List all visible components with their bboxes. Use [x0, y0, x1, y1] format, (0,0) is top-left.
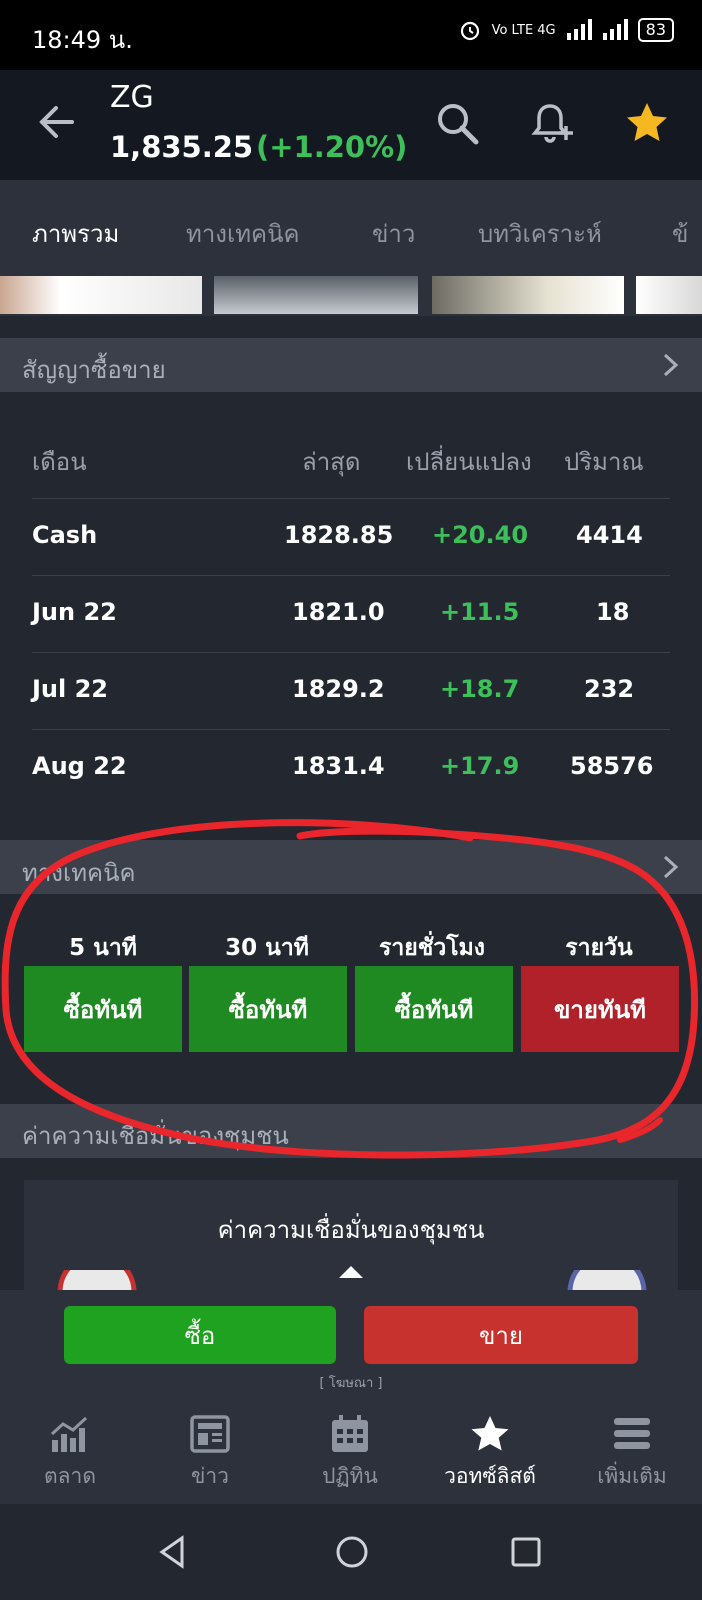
sell-button[interactable]: ขาย: [364, 1306, 638, 1364]
nav-label-watchlist: วอทซ์ลิสต์: [444, 1464, 536, 1488]
back-arrow-icon[interactable]: [34, 100, 78, 144]
timeframe-5min: 5 นาที: [69, 935, 137, 961]
news-thumbnail[interactable]: [636, 276, 702, 314]
nav-item-markets[interactable]: ตลาด: [0, 1414, 140, 1493]
bearish-gauge-icon: [57, 1270, 137, 1292]
column-header-volume: ปริมาณ: [564, 448, 644, 476]
status-time: 18:49 น.: [32, 26, 133, 54]
signal-icon-2: [602, 19, 628, 40]
network-label: Vo LTE 4G: [491, 22, 556, 38]
timeframe-daily: รายวัน: [565, 935, 633, 961]
column-header-month: เดือน: [32, 448, 87, 476]
instrument-symbol: ZG: [110, 80, 154, 115]
signal-icon: [566, 19, 592, 40]
battery-icon: 83: [637, 18, 674, 42]
instrument-change: (+1.20%): [256, 130, 408, 164]
cell-last: 1831.4: [292, 752, 385, 780]
signal-badge-5min[interactable]: ซื้อทันที: [24, 966, 182, 1052]
tab-overview[interactable]: ภาพรวม: [32, 214, 119, 253]
cell-last: 1821.0: [292, 598, 385, 626]
add-alert-icon[interactable]: [530, 100, 576, 146]
column-header-last: ล่าสุด: [302, 448, 361, 476]
cell-volume: 4414: [576, 521, 643, 549]
cell-month: Cash: [32, 521, 98, 549]
column-header-change: เปลี่ยนแปลง: [406, 448, 532, 476]
signal-badge-daily[interactable]: ขายทันที: [521, 966, 679, 1052]
cell-volume: 232: [584, 675, 635, 703]
cell-month: Jun 22: [32, 598, 117, 626]
alarm-icon: [460, 21, 479, 41]
table-row[interactable]: Jun 22 1821.0 +11.5 18: [32, 575, 670, 652]
buy-button[interactable]: ซื้อ: [64, 1306, 336, 1364]
chevron-right-icon: [663, 855, 679, 879]
chart-icon: [50, 1416, 88, 1452]
nav-item-calendar[interactable]: ปฏิทิน: [280, 1414, 420, 1493]
news-thumbnail-strip: [0, 276, 702, 316]
system-home-icon[interactable]: [334, 1534, 370, 1570]
nav-label-news: ข่าว: [191, 1464, 229, 1488]
cell-volume: 58576: [570, 752, 654, 780]
star-icon: [471, 1416, 509, 1451]
tab-technical[interactable]: ทางเทคนิค: [186, 214, 300, 253]
instrument-price: 1,835.25: [110, 130, 254, 164]
nav-label-calendar: ปฏิทิน: [322, 1464, 378, 1488]
bullish-gauge-icon: [567, 1270, 647, 1292]
timeframe-30min: 30 นาที: [225, 935, 309, 961]
system-recents-icon[interactable]: [510, 1536, 542, 1568]
chevron-right-icon: [663, 353, 679, 377]
tab-analysis[interactable]: บทวิเคราะห์: [478, 214, 602, 253]
signal-badge-30min[interactable]: ซื้อทันที: [189, 966, 347, 1052]
cell-last: 1828.85: [284, 521, 394, 549]
cell-change: +18.7: [440, 675, 520, 703]
tab-news[interactable]: ข่าว: [372, 214, 415, 253]
menu-icon: [614, 1418, 650, 1449]
tab-bar: ภาพรวม ทางเทคนิค ข่าว บทวิเคราะห์ ข้: [0, 180, 702, 276]
table-row[interactable]: Jul 22 1829.2 +18.7 232: [32, 652, 670, 729]
watchlist-star-icon[interactable]: [624, 100, 670, 146]
cell-month: Aug 22: [32, 752, 127, 780]
cell-month: Jul 22: [32, 675, 108, 703]
signal-badge-hourly[interactable]: ซื้อทันที: [355, 966, 513, 1052]
news-thumbnail[interactable]: [432, 276, 624, 314]
expand-panel-handle[interactable]: [246, 1246, 456, 1292]
cell-change: +11.5: [440, 598, 520, 626]
nav-item-more[interactable]: เพิ่มเติม: [562, 1414, 702, 1493]
news-thumbnail[interactable]: [214, 276, 418, 314]
table-row[interactable]: Cash 1828.85 +20.40 4414: [32, 498, 670, 575]
nav-item-news[interactable]: ข่าว: [140, 1414, 280, 1493]
timeframe-hourly: รายชั่วโมง: [378, 935, 485, 961]
calendar-icon: [332, 1415, 368, 1452]
cell-last: 1829.2: [292, 675, 385, 703]
cell-volume: 18: [596, 598, 630, 626]
community-title: ค่าความเชื่อมั่นของชุมชน: [22, 1122, 289, 1150]
nav-label-more: เพิ่มเติม: [597, 1464, 667, 1488]
community-section-header[interactable]: ค่าความเชื่อมั่นของชุมชน: [0, 1104, 702, 1158]
technical-section-header[interactable]: ทางเทคนิค: [0, 840, 702, 894]
contracts-title: สัญญาซื้อขาย: [22, 356, 166, 384]
cell-change: +20.40: [432, 521, 529, 549]
status-icons: Vo LTE 4G 83: [458, 18, 674, 42]
contracts-section-header[interactable]: สัญญาซื้อขาย: [0, 338, 702, 392]
search-icon[interactable]: [434, 100, 480, 146]
table-row[interactable]: Aug 22 1831.4 +17.9 58576: [32, 729, 670, 806]
cell-change: +17.9: [440, 752, 520, 780]
system-back-icon[interactable]: [156, 1534, 188, 1570]
tab-more[interactable]: ข้: [672, 214, 688, 253]
technical-title: ทางเทคนิค: [22, 859, 136, 887]
community-card-title: ค่าความเชื่อมั่นของชุมชน: [217, 1216, 485, 1244]
news-icon: [190, 1415, 230, 1453]
nav-label-markets: ตลาด: [44, 1464, 96, 1488]
nav-item-watchlist[interactable]: วอทซ์ลิสต์: [420, 1414, 560, 1493]
ad-label: [ โฆษณา ]: [319, 1376, 383, 1391]
news-thumbnail[interactable]: [0, 276, 202, 314]
